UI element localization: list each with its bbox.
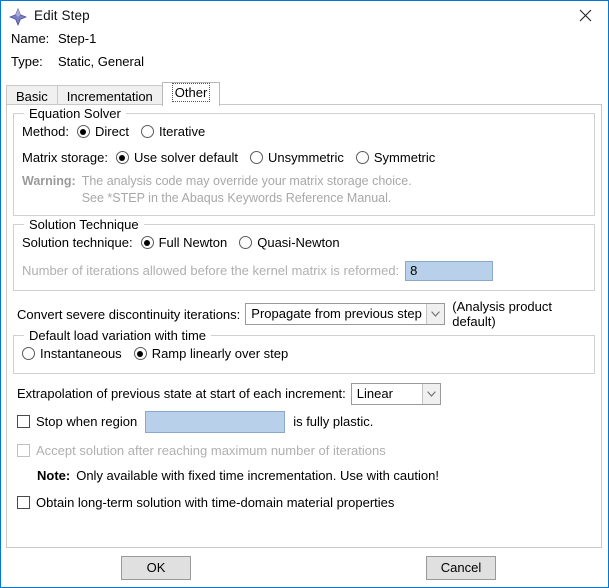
solution-technique-legend: Solution Technique: [24, 217, 144, 232]
checkbox-icon: [17, 415, 30, 428]
radio-matrix-symmetric[interactable]: Symmetric: [355, 150, 436, 165]
long-term-label: Obtain long-term solution with time-doma…: [36, 495, 395, 510]
long-term-checkbox[interactable]: Obtain long-term solution with time-doma…: [17, 495, 394, 510]
step-type-value: Static, General: [58, 54, 144, 69]
cancel-button[interactable]: Cancel: [426, 556, 496, 580]
solver-warning-line1: The analysis code may override your matr…: [81, 174, 412, 188]
radio-quasi-newton[interactable]: Quasi-Newton: [239, 235, 340, 250]
radio-matrix-unsymmetric-label: Unsymmetric: [268, 150, 344, 165]
long-term-row: Obtain long-term solution with time-doma…: [17, 491, 595, 514]
matrix-storage-label: Matrix storage:: [22, 150, 108, 165]
step-header: Name: Step-1 Type: Static, General: [1, 30, 608, 77]
load-variation-row: Instantaneous Ramp linearly over step: [22, 342, 586, 365]
accept-solution-note: Note: Only available with fixed time inc…: [37, 464, 595, 487]
step-type-row: Type: Static, General: [11, 54, 608, 77]
accept-solution-label: Accept solution after reaching maximum n…: [36, 443, 386, 458]
load-variation-group: Default load variation with time Instant…: [13, 328, 595, 374]
tab-page-other: Equation Solver Method: Direct Iterative…: [6, 104, 602, 548]
convert-severe-value: Propagate from previous step: [251, 306, 422, 321]
solver-warning: Warning: The analysis code may override …: [22, 173, 586, 207]
accept-solution-checkbox[interactable]: Accept solution after reaching maximum n…: [17, 443, 386, 458]
load-variation-legend: Default load variation with time: [24, 328, 212, 343]
chevron-down-icon: [426, 304, 445, 324]
convert-severe-dropdown[interactable]: Propagate from previous step: [245, 303, 446, 325]
stop-when-region-input[interactable]: [145, 410, 286, 433]
equation-solver-legend: Equation Solver: [24, 106, 126, 121]
radio-ramp-linearly[interactable]: Ramp linearly over step: [133, 346, 289, 361]
tab-basic[interactable]: Basic: [6, 85, 58, 106]
radio-matrix-unsymmetric[interactable]: Unsymmetric: [250, 150, 344, 165]
kernel-iterations-row: Number of iterations allowed before the …: [22, 259, 586, 282]
step-type-label: Type:: [11, 54, 43, 69]
method-label: Method:: [22, 124, 69, 139]
tab-strip: Basic Incrementation Other: [6, 81, 608, 106]
radio-dot-icon: [22, 347, 35, 360]
equation-solver-group: Equation Solver Method: Direct Iterative…: [13, 106, 595, 216]
tab-basic-label: Basic: [16, 89, 48, 104]
radio-dot-icon: [76, 125, 90, 138]
radio-dot-icon: [239, 236, 253, 249]
radio-dot-icon: [115, 151, 129, 164]
solver-warning-label: Warning:: [22, 174, 76, 188]
radio-matrix-symmetric-label: Symmetric: [373, 150, 436, 165]
radio-instantaneous[interactable]: Instantaneous: [22, 346, 122, 361]
close-icon[interactable]: [563, 1, 608, 29]
kernel-iterations-label: Number of iterations allowed before the …: [22, 263, 400, 278]
kernel-iterations-input[interactable]: 8: [405, 260, 494, 281]
convert-severe-suffix: (Analysis product default): [452, 299, 552, 329]
accept-solution-row: Accept solution after reaching maximum n…: [17, 439, 595, 462]
stop-when-region-row: Stop when region is fully plastic.: [17, 410, 595, 433]
note-text: Only available with fixed time increment…: [76, 468, 439, 483]
step-name-value: Step-1: [58, 31, 97, 46]
tab-other[interactable]: Other: [161, 82, 221, 106]
method-row: Method: Direct Iterative: [22, 120, 586, 143]
extrapolation-value: Linear: [356, 385, 393, 401]
edit-step-dialog: Edit Step Name: Step-1 Type: Static, Gen…: [0, 0, 609, 588]
radio-method-iterative[interactable]: Iterative: [140, 124, 206, 139]
radio-instantaneous-label: Instantaneous: [40, 346, 122, 361]
abaqus-diamond-icon: [8, 7, 28, 26]
step-name-label: Name:: [11, 31, 50, 46]
solution-technique-group: Solution Technique Solution technique: F…: [13, 217, 595, 291]
convert-severe-row: Convert severe discontinuity iterations:…: [17, 299, 595, 329]
checkbox-icon: [17, 444, 30, 457]
radio-matrix-solver-default-label: Use solver default: [133, 150, 239, 165]
tab-incrementation-label: Incrementation: [66, 89, 153, 104]
radio-dot-icon: [140, 125, 154, 138]
stop-when-region-suffix: is fully plastic.: [293, 414, 374, 429]
radio-ramp-linearly-label: Ramp linearly over step: [151, 346, 289, 361]
radio-method-iterative-label: Iterative: [158, 124, 206, 139]
title-bar: Edit Step: [1, 1, 608, 30]
radio-dot-icon: [250, 151, 264, 164]
radio-method-direct[interactable]: Direct: [76, 124, 129, 139]
radio-quasi-newton-label: Quasi-Newton: [257, 235, 340, 250]
tab-other-label: Other: [171, 83, 211, 102]
checkbox-icon: [17, 496, 30, 509]
extrapolation-label: Extrapolation of previous state at start…: [17, 386, 346, 401]
dialog-button-bar: OK Cancel: [1, 549, 608, 587]
tab-incrementation[interactable]: Incrementation: [56, 85, 163, 106]
radio-matrix-solver-default[interactable]: Use solver default: [115, 150, 239, 165]
window-title: Edit Step: [34, 8, 90, 23]
solution-technique-label: Solution technique:: [22, 235, 133, 250]
solution-technique-row: Solution technique: Full Newton Quasi-Ne…: [22, 231, 586, 254]
radio-dot-icon: [133, 347, 147, 360]
radio-method-direct-label: Direct: [94, 124, 129, 139]
matrix-storage-row: Matrix storage: Use solver default Unsym…: [22, 146, 586, 169]
ok-button[interactable]: OK: [121, 556, 191, 580]
note-label: Note:: [37, 468, 71, 483]
radio-full-newton[interactable]: Full Newton: [140, 235, 228, 250]
extrapolation-dropdown[interactable]: Linear: [350, 382, 441, 405]
radio-dot-icon: [140, 236, 154, 249]
extrapolation-row: Extrapolation of previous state at start…: [17, 382, 595, 405]
chevron-down-icon: [421, 383, 440, 404]
convert-severe-label: Convert severe discontinuity iterations:: [17, 306, 241, 322]
stop-when-region-checkbox[interactable]: Stop when region: [17, 414, 137, 429]
step-name-row: Name: Step-1: [11, 31, 608, 54]
radio-full-newton-label: Full Newton: [158, 235, 228, 250]
solver-warning-line2: See *STEP in the Abaqus Keywords Referen…: [81, 191, 392, 205]
radio-dot-icon: [355, 151, 369, 164]
stop-when-region-label: Stop when region: [36, 414, 138, 429]
